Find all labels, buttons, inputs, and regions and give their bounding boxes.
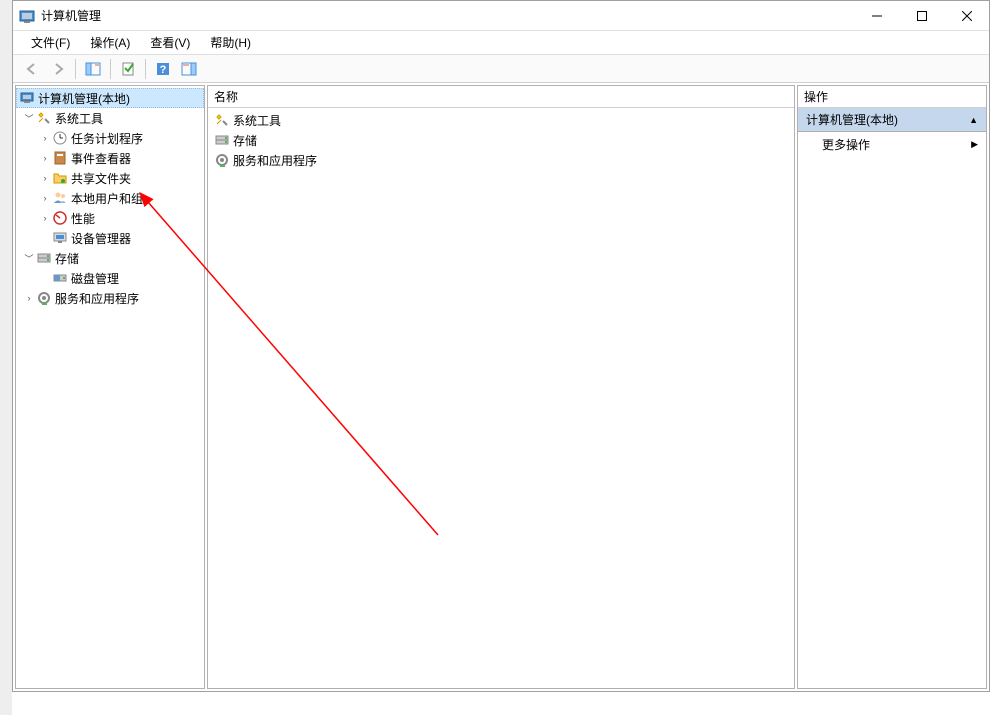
actions-item-label: 更多操作 <box>822 136 870 153</box>
list-header[interactable]: 名称 <box>208 86 794 108</box>
book-icon <box>52 150 68 166</box>
chevron-down-icon[interactable]: ﹀ <box>22 251 36 265</box>
chevron-right-icon[interactable]: › <box>38 191 52 205</box>
list-body[interactable]: 系统工具 存储 服务和应用程序 <box>208 108 794 688</box>
tree-label: 服务和应用程序 <box>55 290 139 307</box>
menu-view[interactable]: 查看(V) <box>140 31 200 54</box>
window-controls <box>854 1 989 31</box>
actions-section-title[interactable]: 计算机管理(本地) ▲ <box>798 108 986 132</box>
list-item-label: 存储 <box>233 132 257 149</box>
collapse-icon: ▲ <box>969 115 978 125</box>
tree-label: 性能 <box>71 210 95 227</box>
tree-root-computer-management[interactable]: 计算机管理(本地) <box>16 88 204 108</box>
window-title: 计算机管理 <box>41 7 854 24</box>
actions-header: 操作 <box>798 86 986 108</box>
chevron-right-icon[interactable]: › <box>22 291 36 305</box>
tree-label: 设备管理器 <box>71 230 131 247</box>
tree-disk-management[interactable]: 磁盘管理 <box>16 268 204 288</box>
tree-event-viewer[interactable]: › 事件查看器 <box>16 148 204 168</box>
chevron-down-icon[interactable]: ﹀ <box>22 111 36 125</box>
list-item-system-tools[interactable]: 系统工具 <box>208 110 794 130</box>
chevron-right-icon[interactable]: › <box>38 131 52 145</box>
list-item-label: 服务和应用程序 <box>233 152 317 169</box>
folder-share-icon <box>52 170 68 186</box>
tree-label: 系统工具 <box>55 110 103 127</box>
help-button[interactable]: ? <box>152 58 174 80</box>
gauge-icon <box>52 210 68 226</box>
show-hide-action-pane-button[interactable] <box>178 58 200 80</box>
actions-more-actions[interactable]: 更多操作 ▶ <box>798 132 986 157</box>
tree-task-scheduler[interactable]: › 任务计划程序 <box>16 128 204 148</box>
titlebar: 计算机管理 <box>13 1 989 31</box>
list-panel: 名称 系统工具 存储 <box>207 85 795 689</box>
gear-icon <box>36 290 52 306</box>
users-icon <box>52 190 68 206</box>
minimize-button[interactable] <box>854 1 899 31</box>
toolbar-separator <box>75 59 76 79</box>
toolbar-separator <box>110 59 111 79</box>
tree-label: 磁盘管理 <box>71 270 119 287</box>
maximize-button[interactable] <box>899 1 944 31</box>
storage-icon <box>214 132 230 148</box>
tree-performance[interactable]: › 性能 <box>16 208 204 228</box>
background-edge <box>0 0 12 715</box>
tree-label: 事件查看器 <box>71 150 131 167</box>
device-icon <box>52 230 68 246</box>
list-item-services-apps[interactable]: 服务和应用程序 <box>208 150 794 170</box>
tools-icon <box>214 112 230 128</box>
tree-label: 存储 <box>55 250 79 267</box>
chevron-right-icon[interactable]: › <box>38 211 52 225</box>
chevron-right-icon[interactable]: › <box>38 151 52 165</box>
chevron-right-icon[interactable]: › <box>38 171 52 185</box>
list-item-storage[interactable]: 存储 <box>208 130 794 150</box>
disk-icon <box>52 270 68 286</box>
tree-device-manager[interactable]: 设备管理器 <box>16 228 204 248</box>
toolbar-separator <box>145 59 146 79</box>
close-button[interactable] <box>944 1 989 31</box>
menubar: 文件(F) 操作(A) 查看(V) 帮助(H) <box>13 31 989 55</box>
tree-local-users-groups[interactable]: › 本地用户和组 <box>16 188 204 208</box>
clock-icon <box>52 130 68 146</box>
tree-system-tools[interactable]: ﹀ 系统工具 <box>16 108 204 128</box>
main-window: 计算机管理 文件(F) 操作(A) 查看(V) 帮助(H) <box>12 0 990 692</box>
tree-storage[interactable]: ﹀ 存储 <box>16 248 204 268</box>
list-item-label: 系统工具 <box>233 112 281 129</box>
properties-button[interactable] <box>117 58 139 80</box>
column-name: 名称 <box>214 88 238 105</box>
gear-icon <box>214 152 230 168</box>
tree-label: 本地用户和组 <box>71 190 143 207</box>
menu-help[interactable]: 帮助(H) <box>200 31 261 54</box>
svg-text:?: ? <box>160 64 167 76</box>
toolbar: ? <box>13 55 989 83</box>
tree-label: 共享文件夹 <box>71 170 131 187</box>
back-button[interactable] <box>21 58 43 80</box>
actions-header-label: 操作 <box>804 88 828 105</box>
computer-icon <box>19 90 35 106</box>
menu-action[interactable]: 操作(A) <box>80 31 140 54</box>
actions-section-label: 计算机管理(本地) <box>806 111 898 128</box>
show-hide-tree-button[interactable] <box>82 58 104 80</box>
tree-label: 任务计划程序 <box>71 130 143 147</box>
tree-shared-folders[interactable]: › 共享文件夹 <box>16 168 204 188</box>
tree-services-apps[interactable]: › 服务和应用程序 <box>16 288 204 308</box>
app-icon <box>19 8 35 24</box>
menu-file[interactable]: 文件(F) <box>21 31 80 54</box>
tree-panel[interactable]: 计算机管理(本地) ﹀ 系统工具 › 任务计划程序 › <box>15 85 205 689</box>
actions-panel: 操作 计算机管理(本地) ▲ 更多操作 ▶ <box>797 85 987 689</box>
storage-icon <box>36 250 52 266</box>
tools-icon <box>36 110 52 126</box>
tree-label: 计算机管理(本地) <box>38 90 130 107</box>
forward-button[interactable] <box>47 58 69 80</box>
content-area: 计算机管理(本地) ﹀ 系统工具 › 任务计划程序 › <box>13 83 989 691</box>
submenu-icon: ▶ <box>971 139 978 150</box>
